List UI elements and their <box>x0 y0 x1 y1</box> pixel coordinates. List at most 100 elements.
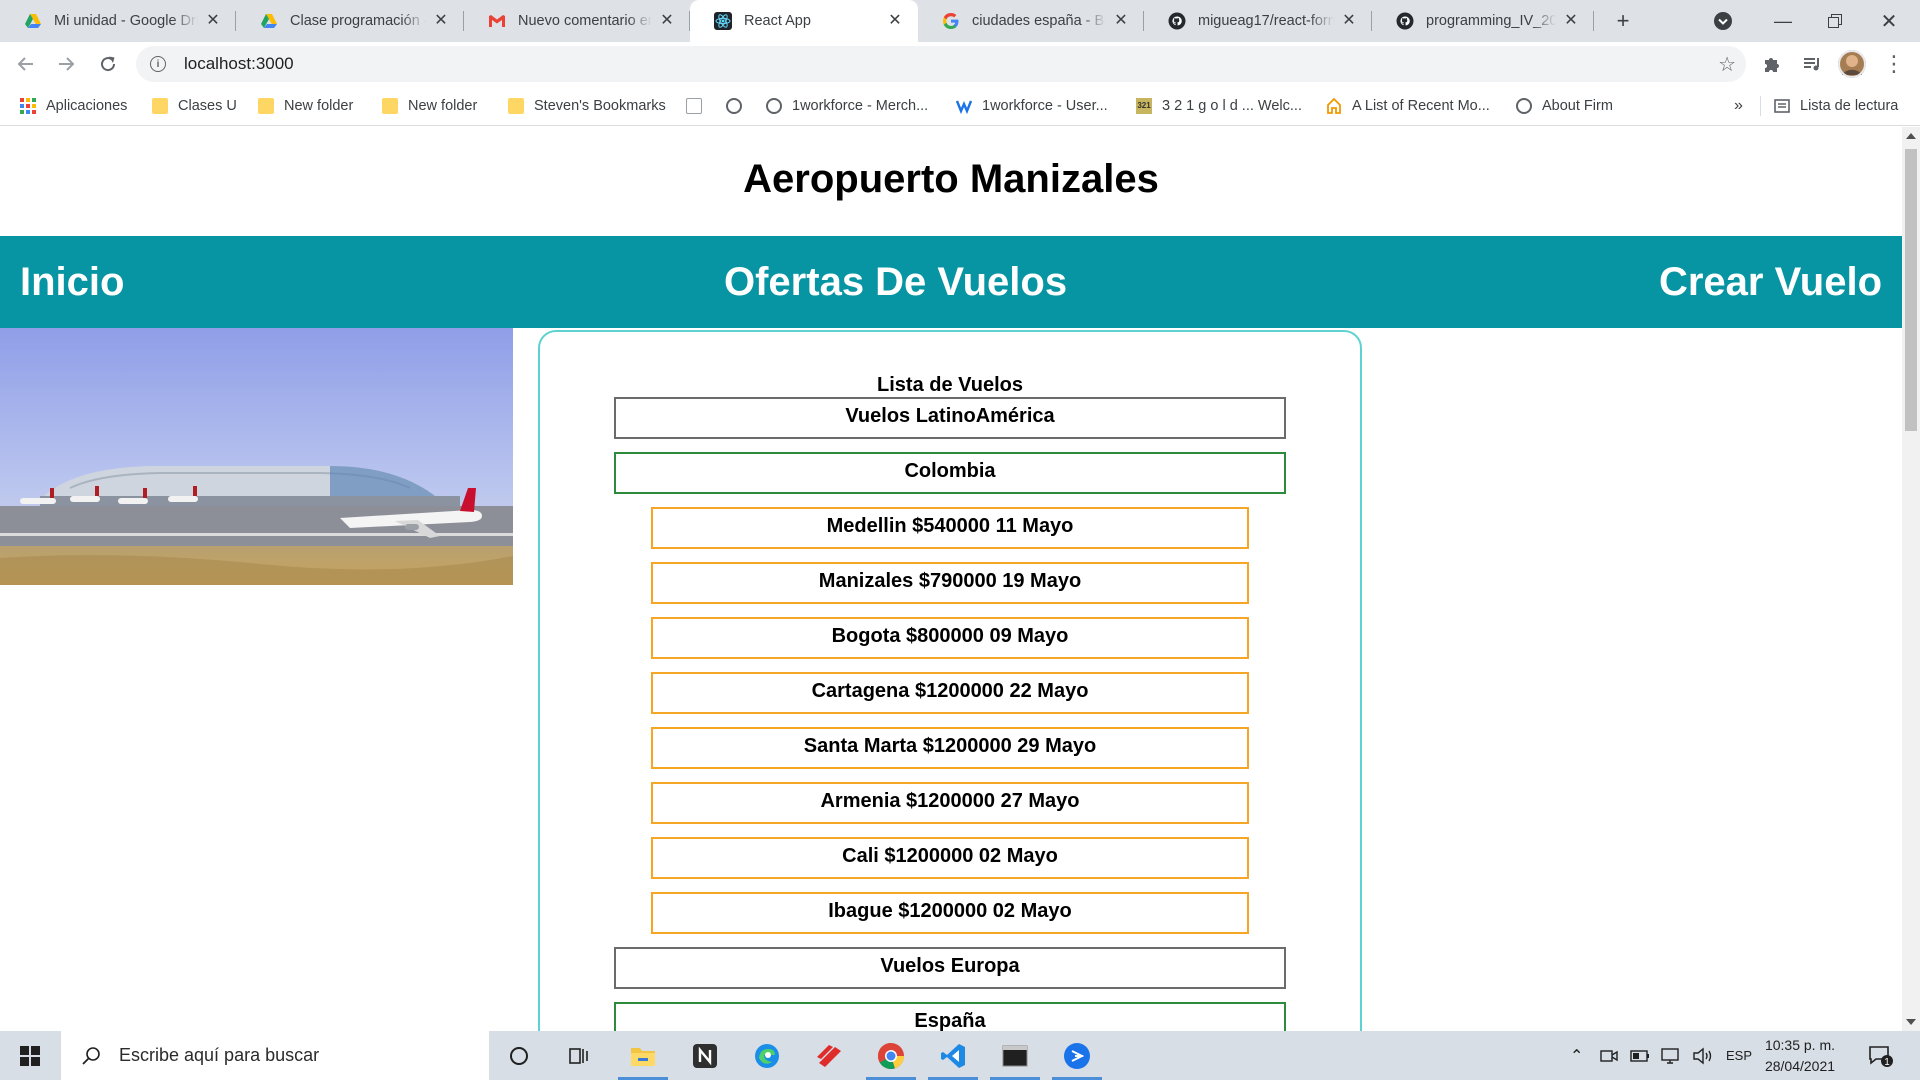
scroll-thumb[interactable] <box>1905 149 1917 431</box>
minimize-window-button[interactable]: — <box>1760 0 1806 42</box>
country-header[interactable]: Colombia <box>614 452 1286 494</box>
reading-list-button[interactable]: Lista de lectura <box>1774 96 1898 116</box>
bookmark-321gold[interactable]: 321 3 2 1 g o l d ... Welc... <box>1136 96 1302 116</box>
speaker-icon <box>1693 1047 1712 1064</box>
bookmark-document[interactable] <box>686 96 712 116</box>
app-blue-circle[interactable] <box>1052 1031 1102 1080</box>
close-tab-icon[interactable]: ✕ <box>1340 12 1358 30</box>
notifications-button[interactable]: 1 <box>1868 1031 1894 1080</box>
back-button[interactable] <box>10 48 42 80</box>
edge-app[interactable] <box>742 1031 792 1080</box>
close-tab-icon[interactable]: ✕ <box>432 12 450 30</box>
bookmark-folder-new-folder-2[interactable]: New folder <box>382 96 477 116</box>
tab-search-button[interactable] <box>1708 0 1738 42</box>
bookmark-star-icon[interactable]: ☆ <box>1718 52 1736 77</box>
extensions-button[interactable] <box>1756 48 1788 80</box>
restore-window-button[interactable] <box>1812 0 1858 42</box>
airport-photo <box>0 328 513 585</box>
site-info-icon[interactable]: i <box>150 56 166 72</box>
show-hidden-icons-button[interactable]: ⌃ <box>1570 1031 1583 1080</box>
flight-item[interactable]: Cali $1200000 02 Mayo <box>651 837 1249 879</box>
flight-list-panel: Lista de Vuelos Vuelos LatinoAmérica Colo… <box>538 330 1362 1031</box>
tab-google-drive[interactable]: Mi unidad - Google Drive ✕ <box>0 0 236 42</box>
task-view-icon <box>569 1047 588 1064</box>
battery-icon[interactable] <box>1630 1031 1650 1080</box>
input-language[interactable]: ESP <box>1726 1031 1752 1080</box>
flight-item[interactable]: Cartagena $1200000 22 Mayo <box>651 672 1249 714</box>
bookmark-folder-clases-u[interactable]: Clases U <box>152 96 237 116</box>
flight-item[interactable]: Armenia $1200000 27 Mayo <box>651 782 1249 824</box>
bookmark-label: Aplicaciones <box>46 98 128 114</box>
region-header[interactable]: Vuelos LatinoAmérica <box>614 397 1286 439</box>
flight-item[interactable]: Santa Marta $1200000 29 Mayo <box>651 727 1249 769</box>
file-explorer-app[interactable] <box>618 1031 668 1080</box>
page-scrollbar[interactable] <box>1902 127 1920 1031</box>
bookmark-about-firm[interactable]: About Firm <box>1516 96 1613 116</box>
bookmark-folder-stevens[interactable]: Steven's Bookmarks <box>508 96 666 116</box>
tab-github-react-form[interactable]: migueag17/react-form ✕ <box>1144 0 1372 42</box>
tab-clase-programacion[interactable]: Clase programación 4 ✕ <box>236 0 464 42</box>
forward-button[interactable] <box>50 48 82 80</box>
tab-github-programming[interactable]: programming_IV_2021 ✕ <box>1372 0 1594 42</box>
chrome-app[interactable] <box>866 1031 916 1080</box>
taskbar-clock[interactable]: 10:35 p. m. 28/04/2021 <box>1752 1035 1848 1077</box>
flight-item[interactable]: Bogota $800000 09 Mayo <box>651 617 1249 659</box>
meet-now-icon[interactable] <box>1600 1031 1618 1080</box>
tab-gmail[interactable]: Nuevo comentario en ✕ <box>464 0 690 42</box>
bookmark-folder-new-folder[interactable]: New folder <box>258 96 353 116</box>
filezilla-app[interactable] <box>804 1031 854 1080</box>
network-monitor-icon <box>1661 1047 1679 1064</box>
nav-link-crear-vuelo[interactable]: Crear Vuelo <box>1659 236 1882 328</box>
flight-item[interactable]: Medellin $540000 11 Mayo <box>651 507 1249 549</box>
scroll-down-arrow-icon[interactable] <box>1906 1019 1916 1025</box>
taskbar-search-box[interactable]: Escribe aquí para buscar <box>61 1031 489 1080</box>
start-button[interactable] <box>0 1031 60 1080</box>
cortana-button[interactable] <box>494 1031 544 1080</box>
close-tab-icon[interactable]: ✕ <box>1112 12 1130 30</box>
bookmarks-bar: Aplicaciones Clases U New folder New fol… <box>0 86 1920 126</box>
vscode-app[interactable] <box>928 1031 978 1080</box>
new-tab-button[interactable]: + <box>1608 0 1638 42</box>
notion-app[interactable] <box>680 1031 730 1080</box>
address-url[interactable]: localhost:3000 <box>184 54 294 74</box>
tab-react-app[interactable]: React App ✕ <box>690 0 918 42</box>
tab-google-search[interactable]: ciudades españa - Buscar con Google ✕ <box>918 0 1144 42</box>
vscode-icon <box>941 1043 965 1068</box>
address-bar[interactable]: i localhost:3000 ☆ <box>136 46 1746 82</box>
folder-icon <box>382 98 398 114</box>
task-view-button[interactable] <box>554 1031 604 1080</box>
reload-button[interactable] <box>92 48 124 80</box>
bookmarks-overflow-button[interactable]: » <box>1734 96 1743 116</box>
flight-item[interactable]: Ibague $1200000 02 Mayo <box>651 892 1249 934</box>
country-header[interactable]: España <box>614 1002 1286 1031</box>
nav-link-ofertas[interactable]: Ofertas De Vuelos <box>724 236 1067 328</box>
scroll-up-arrow-icon[interactable] <box>1906 133 1916 139</box>
bookmark-1workforce-user[interactable]: 1workforce - User... <box>956 96 1108 116</box>
close-window-button[interactable]: ✕ <box>1866 0 1912 42</box>
bookmark-recent-mo[interactable]: A List of Recent Mo... <box>1326 96 1490 116</box>
search-icon <box>82 1046 100 1065</box>
bookmark-apps[interactable]: Aplicaciones <box>20 96 127 116</box>
network-icon[interactable] <box>1660 1031 1682 1080</box>
document-icon <box>686 98 702 114</box>
profile-avatar[interactable] <box>1836 48 1868 80</box>
chrome-menu-button[interactable]: ⋮ <box>1878 48 1910 80</box>
media-control-button[interactable] <box>1796 48 1828 80</box>
close-tab-icon[interactable]: ✕ <box>658 12 676 30</box>
nav-link-inicio[interactable]: Inicio <box>20 236 124 328</box>
globe-icon <box>726 98 742 114</box>
close-tab-icon[interactable]: ✕ <box>204 12 222 30</box>
main-navbar: Inicio Ofertas De Vuelos Crear Vuelo <box>0 236 1902 328</box>
globe-icon <box>1516 98 1532 114</box>
volume-icon[interactable] <box>1692 1031 1714 1080</box>
bookmark-label: New folder <box>284 98 354 114</box>
bookmark-globe[interactable] <box>726 96 752 116</box>
reading-list-icon <box>1774 99 1790 113</box>
bookmark-label: Steven's Bookmarks <box>534 98 666 114</box>
close-tab-icon[interactable]: ✕ <box>886 12 904 30</box>
region-header[interactable]: Vuelos Europa <box>614 947 1286 989</box>
terminal-app[interactable] <box>990 1031 1040 1080</box>
bookmark-1workforce-merch[interactable]: 1workforce - Merch... <box>766 96 928 116</box>
flight-item[interactable]: Manizales $790000 19 Mayo <box>651 562 1249 604</box>
close-tab-icon[interactable]: ✕ <box>1562 12 1580 30</box>
